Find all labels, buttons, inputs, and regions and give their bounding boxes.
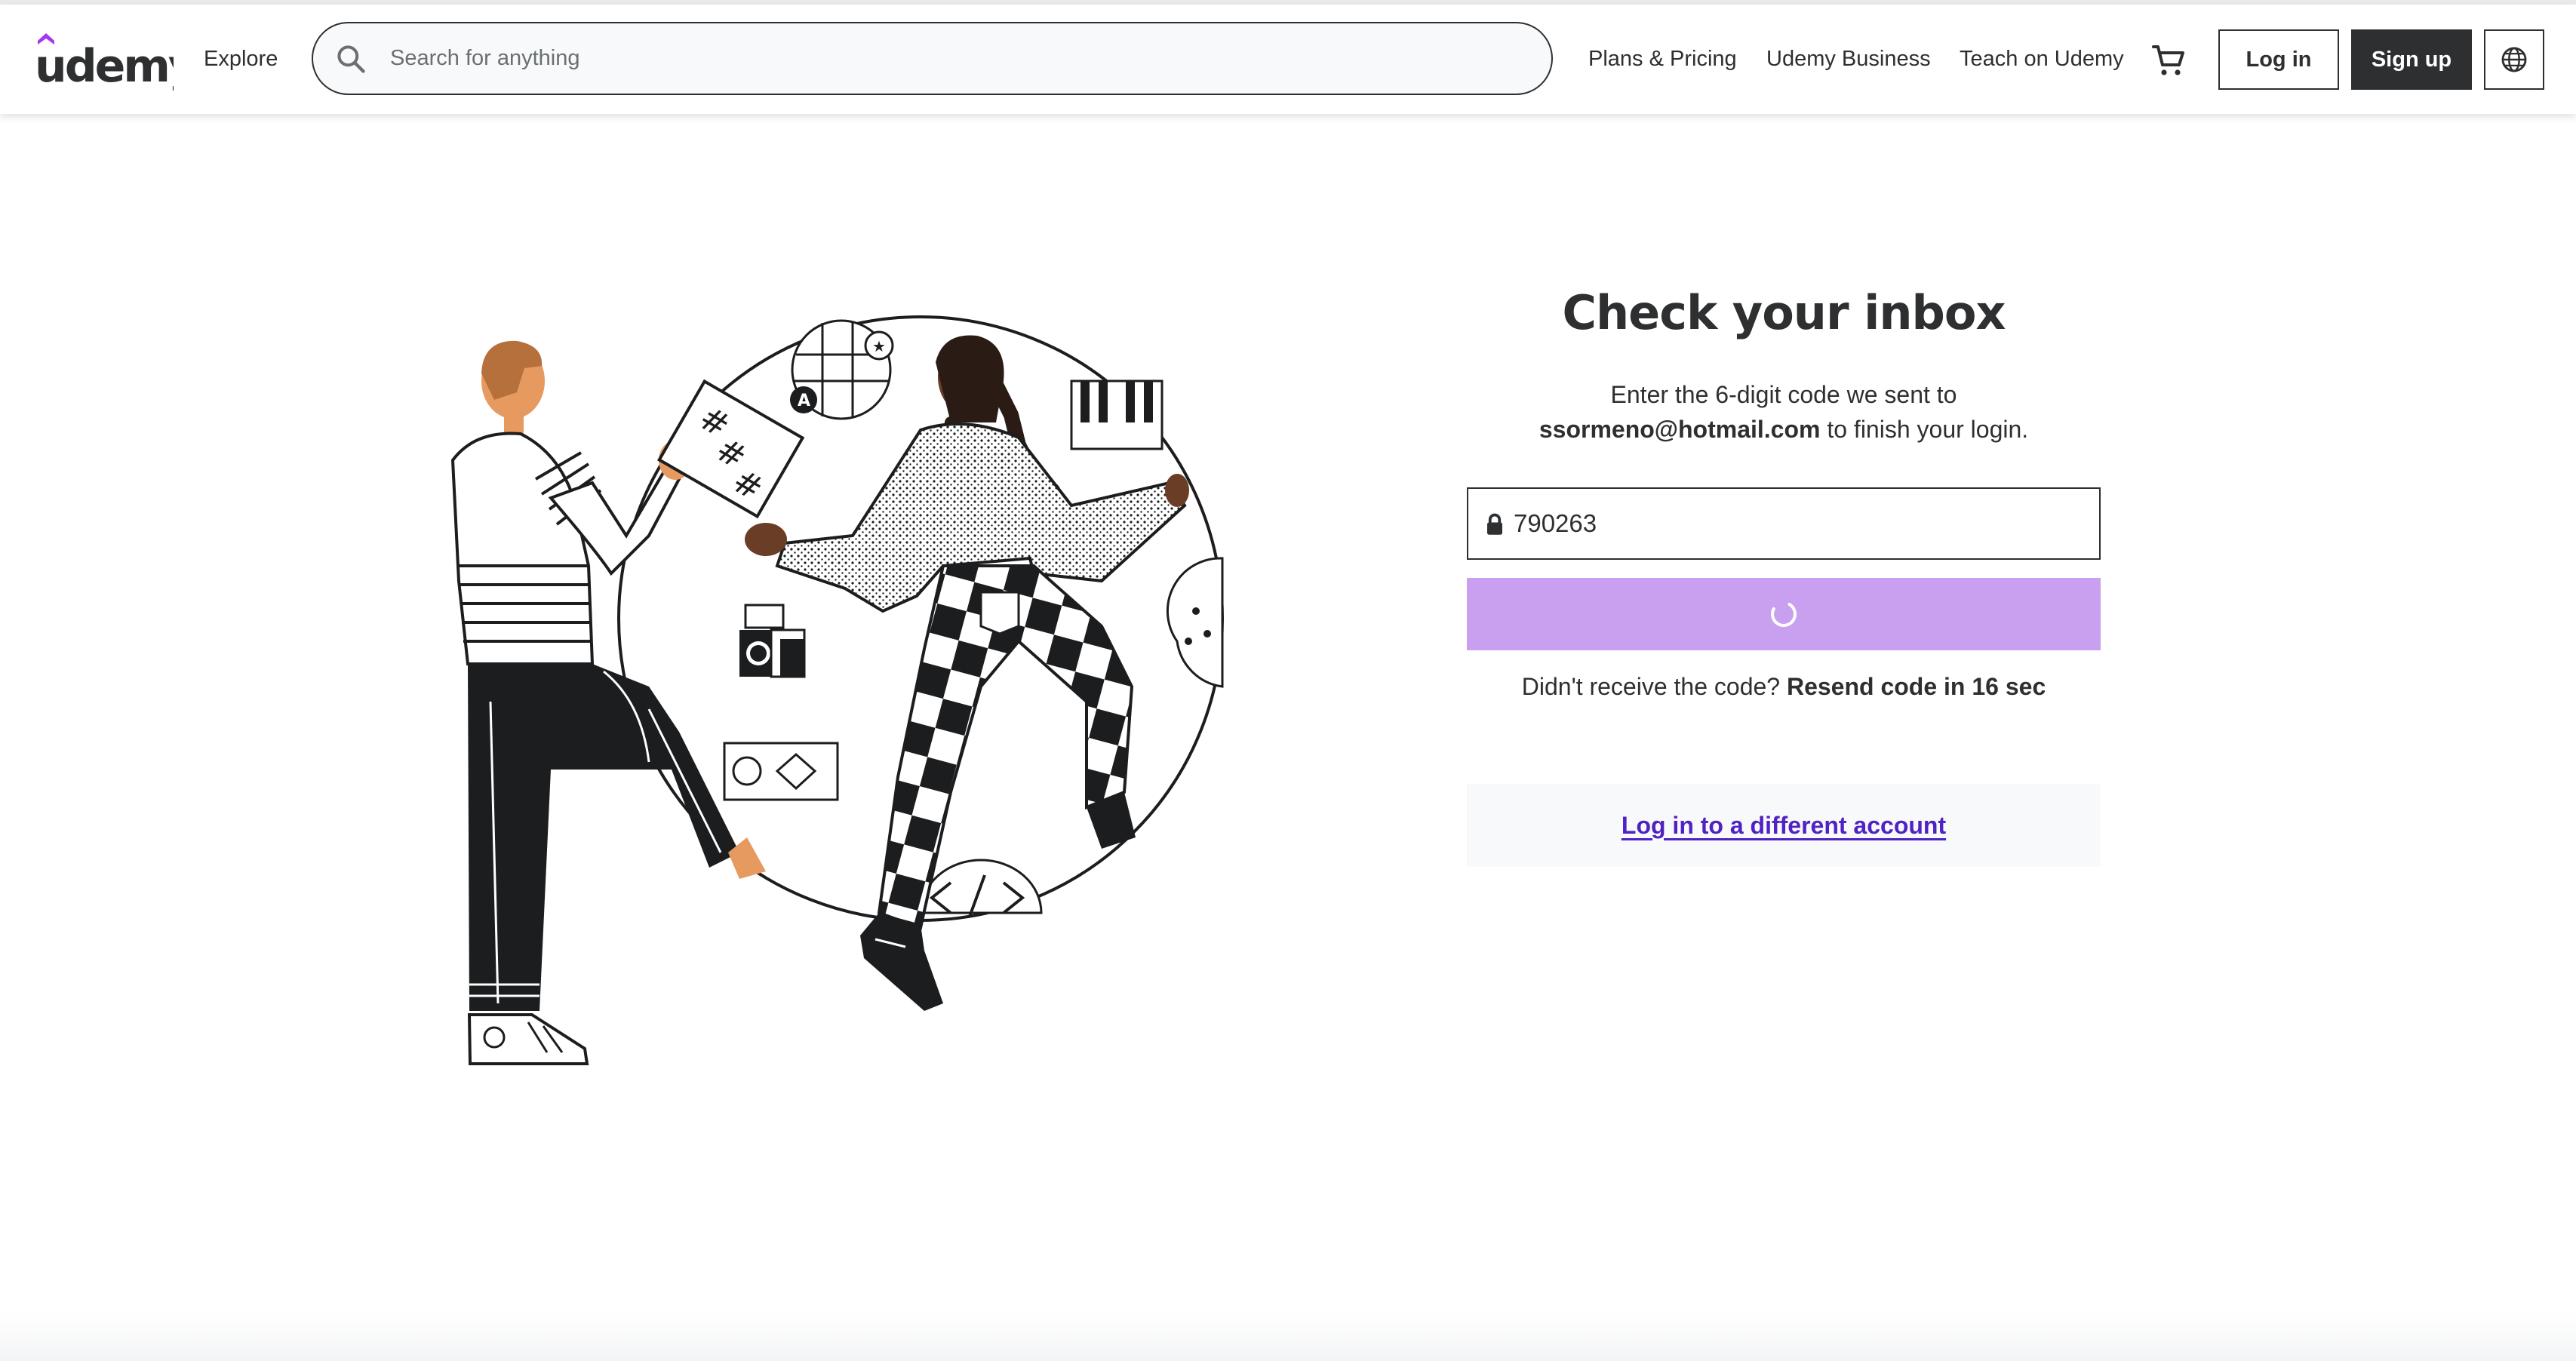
- loading-spinner-icon: [1771, 601, 1797, 627]
- udemy-business-link[interactable]: Udemy Business: [1766, 5, 1931, 114]
- language-button[interactable]: [2484, 29, 2544, 90]
- verification-panel: Check your inbox Enter the 6-digit code …: [1467, 272, 2101, 867]
- resend-prefix: Didn't receive the code?: [1521, 673, 1781, 700]
- login-button[interactable]: Log in: [2218, 29, 2339, 90]
- instruction-suffix: to finish your login.: [1827, 416, 2029, 443]
- svg-text:★: ★: [872, 337, 886, 355]
- signup-button[interactable]: Sign up: [2351, 29, 2472, 90]
- instruction-prefix: Enter the 6-digit code we sent to: [1610, 381, 1957, 408]
- instruction-text: Enter the 6-digit code we sent to ssorme…: [1467, 377, 2101, 447]
- submit-button[interactable]: [1467, 578, 2101, 650]
- search-input[interactable]: [390, 23, 1522, 94]
- login-illustration: A ★ # # #: [450, 315, 1224, 1065]
- svg-text:A: A: [798, 392, 810, 410]
- globe-icon: [2501, 47, 2527, 72]
- explore-link[interactable]: Explore: [204, 5, 278, 114]
- resend-code-countdown[interactable]: Resend code in 16 sec: [1787, 673, 2046, 700]
- resend-text: Didn't receive the code? Resend code in …: [1467, 673, 2101, 701]
- svg-text:udemy: udemy: [35, 40, 174, 91]
- search-bar[interactable]: [312, 22, 1553, 95]
- email-address: ssormeno@hotmail.com: [1539, 416, 1821, 443]
- different-account-link[interactable]: Log in to a different account: [1622, 812, 1946, 840]
- teach-on-udemy-link[interactable]: Teach on Udemy: [1960, 5, 2124, 114]
- plans-pricing-link[interactable]: Plans & Pricing: [1588, 5, 1737, 114]
- udemy-logo[interactable]: udemy: [35, 30, 174, 91]
- alt-account-box: Log in to a different account: [1467, 784, 2101, 867]
- code-input[interactable]: [1514, 489, 2087, 558]
- lock-icon: [1487, 513, 1502, 535]
- page-title: Check your inbox: [1562, 285, 2006, 340]
- top-navbar: udemy Explore Plans & Pricing Udemy Busi…: [0, 5, 2576, 114]
- search-icon[interactable]: [334, 42, 367, 75]
- cart-icon[interactable]: [2150, 42, 2187, 78]
- code-field[interactable]: [1467, 487, 2101, 560]
- footer-fade: [0, 1313, 2576, 1361]
